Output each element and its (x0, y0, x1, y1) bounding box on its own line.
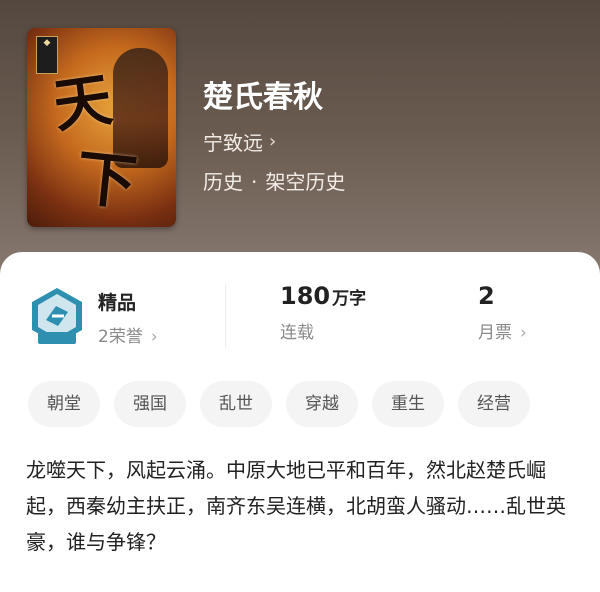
book-info-card: 精品 2荣誉 › 180 万字 连载 2 月票 › 朝堂 强国 乱世 穿越 重生 经营… (0, 252, 600, 592)
tag-chip[interactable]: 朝堂 (28, 381, 100, 427)
monthly-ticket-label-row: 月票 › (478, 318, 527, 343)
tag-chip[interactable]: 强国 (114, 381, 186, 427)
tag-chip[interactable]: 乱世 (200, 381, 272, 427)
genre-separator: · (251, 170, 258, 194)
genre-sub[interactable]: 架空历史 (265, 170, 345, 194)
cover-char: 下 (72, 143, 140, 219)
author-name: 宁致远 (203, 131, 263, 155)
book-cover-image[interactable]: ◆ 天 下 (27, 28, 176, 227)
honor-badge-icon (32, 288, 82, 344)
honor-count-text: 2荣誉 (98, 327, 143, 347)
chevron-right-icon: › (520, 323, 527, 343)
chevron-right-icon: › (150, 327, 158, 347)
honor-label: 精品 (98, 292, 137, 314)
author-link[interactable]: 宁致远 › (203, 127, 276, 156)
tag-chip[interactable]: 穿越 (286, 381, 358, 427)
book-description[interactable]: 龙噬天下，风起云涌。中原大地已平和百年，然北赵楚氏崛起，西秦幼主扶正，南齐东吴连… (26, 452, 576, 560)
serial-status: 连载 (280, 323, 314, 343)
genre-main[interactable]: 历史 (203, 170, 243, 194)
tag-list: 朝堂 强国 乱世 穿越 重生 经营 (28, 381, 600, 427)
book-header: ◆ 天 下 楚氏春秋 宁致远 › 历史 · 架空历史 (0, 0, 600, 290)
word-count-unit: 万字 (332, 289, 367, 309)
monthly-ticket-label: 月票 (478, 323, 512, 343)
tag-chip[interactable]: 经营 (458, 381, 530, 427)
word-count-value: 180 (280, 282, 331, 310)
book-title: 楚氏春秋 (203, 80, 323, 115)
stat-divider (225, 284, 226, 348)
honor-count: 2荣誉 › (98, 322, 158, 347)
word-count-stat: 180 万字 连载 (280, 282, 366, 343)
tag-chip[interactable]: 重生 (372, 381, 444, 427)
genre-line: 历史 · 架空历史 (203, 166, 345, 195)
monthly-ticket-value: 2 (478, 282, 495, 310)
chevron-right-icon: › (269, 131, 277, 152)
monthly-ticket-stat[interactable]: 2 月票 › (478, 282, 527, 343)
honor-stat[interactable]: 精品 2荣誉 › (28, 282, 218, 352)
